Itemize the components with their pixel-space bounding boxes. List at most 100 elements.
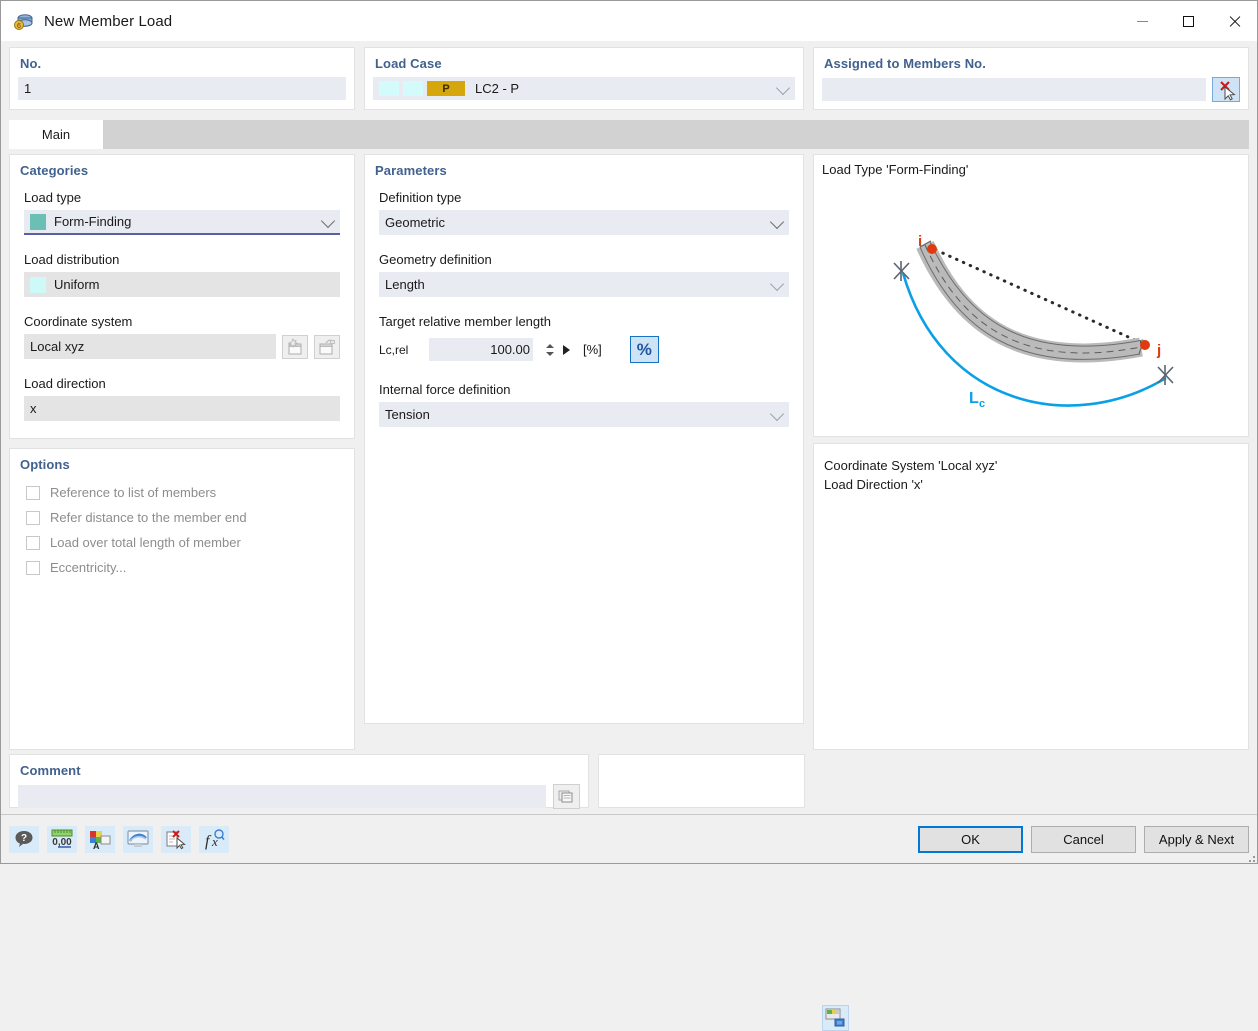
assigned-members-input[interactable] xyxy=(822,78,1206,101)
definition-type-value: Geometric xyxy=(385,215,445,230)
colors-icon: A xyxy=(88,829,112,850)
close-icon xyxy=(1228,15,1241,28)
target-length-value: 100.00 xyxy=(490,342,530,357)
display-icon xyxy=(126,829,150,849)
chevron-down-icon xyxy=(321,213,335,227)
number-group: No. 1 xyxy=(9,47,355,110)
maximize-icon xyxy=(1183,16,1194,27)
internal-force-value: Tension xyxy=(385,407,430,422)
new-coordinate-system-icon xyxy=(285,338,305,356)
spacer-panel xyxy=(598,754,805,808)
footer-tools: ? 0,00 xyxy=(9,826,229,853)
units-icon: 0,00 xyxy=(50,828,74,850)
definition-type-select[interactable]: Geometric xyxy=(379,210,789,235)
middle-column: Parameters Definition type Geometric Geo… xyxy=(364,154,804,750)
target-length-row: Lc,rel 100.00 [%] % xyxy=(379,336,789,363)
option-label: Eccentricity... xyxy=(50,560,126,575)
checkbox-icon[interactable] xyxy=(26,511,40,525)
target-length-group: Target relative member length Lc,rel 100… xyxy=(379,314,789,363)
edit-coordinate-system-button[interactable] xyxy=(314,335,340,359)
option-label: Load over total length of member xyxy=(50,535,241,550)
tab-main[interactable]: Main xyxy=(9,120,103,149)
coordinate-system-label: Coordinate system xyxy=(24,314,340,329)
deselect-button[interactable] xyxy=(161,826,191,853)
option-load-over-total-length[interactable]: Load over total length of member xyxy=(26,535,340,550)
load-case-group: Load Case P LC2 - P xyxy=(364,47,804,110)
svg-text:6: 6 xyxy=(17,23,21,30)
function-button[interactable]: f x xyxy=(199,826,229,853)
geometry-definition-value: Length xyxy=(385,277,425,292)
help-icon: ? xyxy=(13,829,35,849)
load-direction-info: Load Direction 'x' xyxy=(824,475,1238,494)
load-distribution-swatch xyxy=(30,277,46,293)
right-column: Load Type 'Form-Finding' xyxy=(813,154,1249,750)
load-case-swatch-1 xyxy=(379,81,399,96)
option-reference-to-list-of-members[interactable]: Reference to list of members xyxy=(26,485,340,500)
cancel-button[interactable]: Cancel xyxy=(1031,826,1136,853)
checkbox-icon[interactable] xyxy=(26,486,40,500)
maximize-button[interactable] xyxy=(1165,1,1211,41)
load-case-swatch-2 xyxy=(403,81,423,96)
checkbox-icon[interactable] xyxy=(26,536,40,550)
parameters-content: Definition type Geometric Geometry defin… xyxy=(365,178,803,427)
option-eccentricity[interactable]: Eccentricity... xyxy=(26,560,340,575)
categories-content: Load type Form-Finding Load distribution… xyxy=(10,178,354,421)
apply-next-button[interactable]: Apply & Next xyxy=(1144,826,1249,853)
comment-row: Comment xyxy=(1,750,1257,814)
ok-button[interactable]: OK xyxy=(918,826,1023,853)
target-length-unit: [%] xyxy=(583,342,602,357)
load-direction-value[interactable]: x xyxy=(24,396,340,421)
colors-button[interactable]: A xyxy=(85,826,115,853)
geometry-definition-label: Geometry definition xyxy=(379,252,789,267)
target-length-stepper[interactable] xyxy=(544,340,555,360)
load-distribution-value-field[interactable]: Uniform xyxy=(24,272,340,297)
coordinate-system-row: Local xyz xyxy=(24,334,340,359)
load-case-value-row: P LC2 - P xyxy=(379,81,519,96)
display-button[interactable] xyxy=(123,826,153,853)
comment-library-button[interactable] xyxy=(553,784,580,809)
preview-info-panel: Coordinate System 'Local xyz' Load Direc… xyxy=(813,443,1249,750)
select-members-button[interactable] xyxy=(1212,77,1240,102)
load-type-select[interactable]: Form-Finding xyxy=(24,210,340,235)
image-preview-icon xyxy=(825,1008,846,1028)
svg-text:?: ? xyxy=(21,833,27,844)
minimize-button[interactable] xyxy=(1119,1,1165,41)
load-type-label: Load type xyxy=(24,190,340,205)
stepper-up-icon[interactable] xyxy=(546,344,554,348)
image-preview-button[interactable] xyxy=(822,1005,849,1031)
footer-bar: ? 0,00 xyxy=(1,814,1257,863)
svg-text:f: f xyxy=(205,833,212,850)
number-group-title: No. xyxy=(10,48,354,71)
internal-force-select[interactable]: Tension xyxy=(379,402,789,427)
comment-input[interactable] xyxy=(18,785,546,808)
geometry-definition-select[interactable]: Length xyxy=(379,272,789,297)
option-refer-distance-to-member-end[interactable]: Refer distance to the member end xyxy=(26,510,340,525)
options-panel: Options Reference to list of members Ref… xyxy=(9,448,355,750)
stepper-down-icon[interactable] xyxy=(546,352,554,356)
new-coordinate-system-button[interactable] xyxy=(282,335,308,359)
definition-type-label: Definition type xyxy=(379,190,789,205)
help-button[interactable]: ? xyxy=(9,826,39,853)
geometry-definition-group: Geometry definition Length xyxy=(379,252,789,297)
left-column: Categories Load type Form-Finding Load d… xyxy=(9,154,355,750)
parameters-panel: Parameters Definition type Geometric Geo… xyxy=(364,154,804,724)
option-label: Refer distance to the member end xyxy=(50,510,247,525)
options-title: Options xyxy=(10,449,354,472)
deselect-icon xyxy=(164,829,188,850)
expand-arrow-icon[interactable] xyxy=(563,345,570,355)
units-button[interactable]: 0,00 xyxy=(47,826,77,853)
resize-grip[interactable] xyxy=(1245,852,1255,862)
close-button[interactable] xyxy=(1211,1,1257,41)
checkbox-icon[interactable] xyxy=(26,561,40,575)
node-j-label: j xyxy=(1156,342,1161,359)
chevron-down-icon xyxy=(770,214,784,228)
target-length-symbol: Lc,rel xyxy=(379,343,423,357)
percent-toggle-button[interactable]: % xyxy=(630,336,659,363)
number-input[interactable]: 1 xyxy=(18,77,346,100)
load-direction-label: Load direction xyxy=(24,376,340,391)
edit-coordinate-system-icon xyxy=(317,338,337,356)
internal-force-group: Internal force definition Tension xyxy=(379,382,789,427)
target-length-input[interactable]: 100.00 xyxy=(429,338,533,361)
load-case-select[interactable]: P LC2 - P xyxy=(373,77,795,100)
coordinate-system-value[interactable]: Local xyz xyxy=(24,334,276,359)
